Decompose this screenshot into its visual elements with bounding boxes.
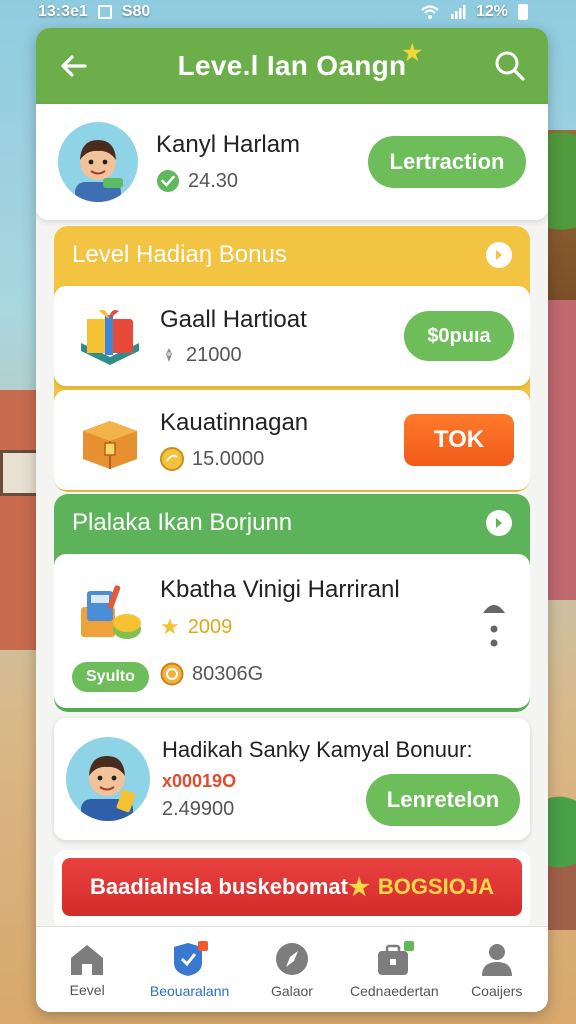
person-icon bbox=[481, 943, 512, 976]
shield-badge-icon bbox=[173, 940, 208, 976]
back-arrow-icon bbox=[61, 55, 87, 77]
search-button[interactable] bbox=[492, 48, 528, 84]
item-title: Kbatha Vinigi Harriranl bbox=[160, 576, 400, 603]
boy-avatar-icon bbox=[75, 140, 123, 202]
wifi-icon bbox=[421, 5, 439, 19]
app-window: Leve.l Ian Oangn ★ Kanyl Harlam 24.30 Le… bbox=[36, 28, 548, 1012]
home-icon bbox=[71, 944, 104, 975]
more-vertical-icon bbox=[483, 605, 505, 647]
nav-label: Beouaralann bbox=[149, 982, 230, 999]
list-item[interactable]: Kauatinnagan 15.0000 TOK bbox=[54, 390, 530, 490]
rewards-section: Plalaka Ikan Borjunn Kbatha Vinigi Harri… bbox=[54, 494, 530, 712]
signal-icon bbox=[450, 5, 466, 19]
item-meta: 21000 bbox=[160, 344, 404, 367]
promo-card: Baadialnsla buskebomat ★ BOGSIOJA bbox=[54, 850, 530, 930]
status-bar: 13:3e1 S80 12% bbox=[0, 0, 576, 24]
star-icon: ★ bbox=[348, 873, 370, 901]
back-button[interactable] bbox=[56, 48, 92, 84]
item-action-button[interactable]: $0puıa bbox=[404, 311, 514, 361]
item-value: 15.0000 bbox=[192, 447, 265, 470]
bottom-navigation: Eevel Beouaralann Galaor Cednaedertan Co… bbox=[36, 926, 548, 1012]
background-house-right bbox=[544, 300, 576, 600]
profile-points-value: 24.30 bbox=[188, 169, 239, 192]
reward-small-icon bbox=[166, 348, 172, 362]
star-icon: ★ bbox=[160, 614, 180, 639]
page-title-text: Leve.l Ian Oangn bbox=[177, 50, 407, 81]
item-value: 21000 bbox=[186, 343, 242, 366]
bonus-action-button[interactable]: Lenretelon bbox=[366, 774, 520, 826]
item-title: Gaall Hartioat bbox=[160, 305, 307, 333]
profile-name: Kanyl Harlam bbox=[156, 131, 301, 158]
item-coins-value: 80306G bbox=[192, 662, 264, 685]
bonus-title: Hadikah Sanky Kamyal Bonuur: bbox=[162, 737, 473, 762]
nav-item-explore[interactable]: Galaor bbox=[242, 941, 342, 999]
nav-label: Eevel bbox=[69, 981, 105, 998]
bonus-section-title: Level Hadiaŋ Bonus bbox=[72, 241, 287, 268]
status-carrier: S80 bbox=[121, 3, 151, 20]
page-title: Leve.l Ian Oangn ★ bbox=[177, 40, 423, 82]
more-options-button[interactable] bbox=[474, 592, 514, 662]
profile-card: Kanyl Harlam 24.30 Lertraction bbox=[36, 104, 548, 220]
promo-banner[interactable]: Baadialnsla buskebomat ★ BOGSIOJA bbox=[62, 858, 522, 916]
battery-percent: 12% bbox=[475, 3, 508, 20]
profile-action-button[interactable]: Lertraction bbox=[368, 136, 526, 188]
briefcase-icon bbox=[378, 940, 415, 975]
background-plant bbox=[548, 790, 576, 930]
shopping-bundle-icon bbox=[74, 578, 146, 650]
background-house-left bbox=[0, 390, 42, 650]
rewards-section-title: Plalaka Ikan Borjunn bbox=[72, 509, 293, 536]
list-item[interactable]: Gaall Hartioat 21000 $0puıa bbox=[54, 286, 530, 386]
promo-value-text: BOGSIOJA bbox=[377, 874, 494, 899]
chevron-right-icon bbox=[486, 242, 512, 268]
bonus-section-header[interactable]: Level Hadiaŋ Bonus bbox=[54, 226, 530, 284]
nav-label: Galaor bbox=[270, 982, 313, 999]
boy-avatar-icon bbox=[81, 756, 136, 821]
battery-icon bbox=[518, 4, 528, 20]
notification-icon bbox=[97, 5, 112, 19]
bonus-section: Level Hadiaŋ Bonus Gaall Hartioat 21000 … bbox=[54, 226, 530, 492]
profile-points: 24.30 bbox=[156, 169, 368, 193]
chevron-right-icon bbox=[486, 510, 512, 536]
list-item[interactable]: Kbatha Vinigi Harriranl ★ 2009 80306G Sy… bbox=[54, 554, 530, 708]
nav-item-connections[interactable]: Cednaedertan bbox=[344, 940, 444, 999]
treasure-chest-icon bbox=[74, 404, 146, 476]
nav-item-level[interactable]: Eevel bbox=[37, 942, 137, 998]
status-time: 13:3e1 bbox=[38, 3, 88, 20]
search-icon bbox=[495, 51, 525, 81]
item-action-button[interactable]: TOK bbox=[404, 414, 514, 466]
app-header: Leve.l Ian Oangn ★ bbox=[36, 28, 548, 104]
gold-coin-icon bbox=[160, 447, 184, 471]
nav-item-profile[interactable]: Coaijers bbox=[447, 941, 547, 999]
coin-ring-icon bbox=[160, 662, 184, 686]
gift-box-icon bbox=[74, 300, 146, 372]
nav-label: Coaijers bbox=[471, 982, 523, 999]
verified-check-icon bbox=[157, 170, 179, 192]
nav-item-rewards[interactable]: Beouaralann bbox=[140, 940, 240, 999]
item-stars: ★ 2009 bbox=[160, 614, 474, 640]
status-tag: Syulto bbox=[72, 662, 149, 692]
item-coins: 80306G bbox=[160, 662, 474, 686]
sparkle-star-icon: ★ bbox=[402, 40, 423, 65]
promo-value: ★ BOGSIOJA bbox=[348, 873, 494, 902]
bonus-profile-card: Hadikah Sanky Kamyal Bonuur: x00019O 2.4… bbox=[54, 718, 530, 840]
nav-label: Cednaedertan bbox=[349, 982, 439, 999]
background-palm-tree bbox=[546, 130, 576, 300]
compass-icon bbox=[275, 942, 308, 975]
rewards-section-header[interactable]: Plalaka Ikan Borjunn bbox=[54, 494, 530, 552]
avatar bbox=[66, 737, 150, 821]
item-title: Kauatinnagan bbox=[160, 409, 309, 436]
avatar bbox=[58, 122, 138, 202]
item-meta: 15.0000 bbox=[160, 447, 404, 471]
promo-text: Baadialnsla buskebomat bbox=[90, 874, 348, 899]
item-stars-value: 2009 bbox=[187, 615, 233, 638]
